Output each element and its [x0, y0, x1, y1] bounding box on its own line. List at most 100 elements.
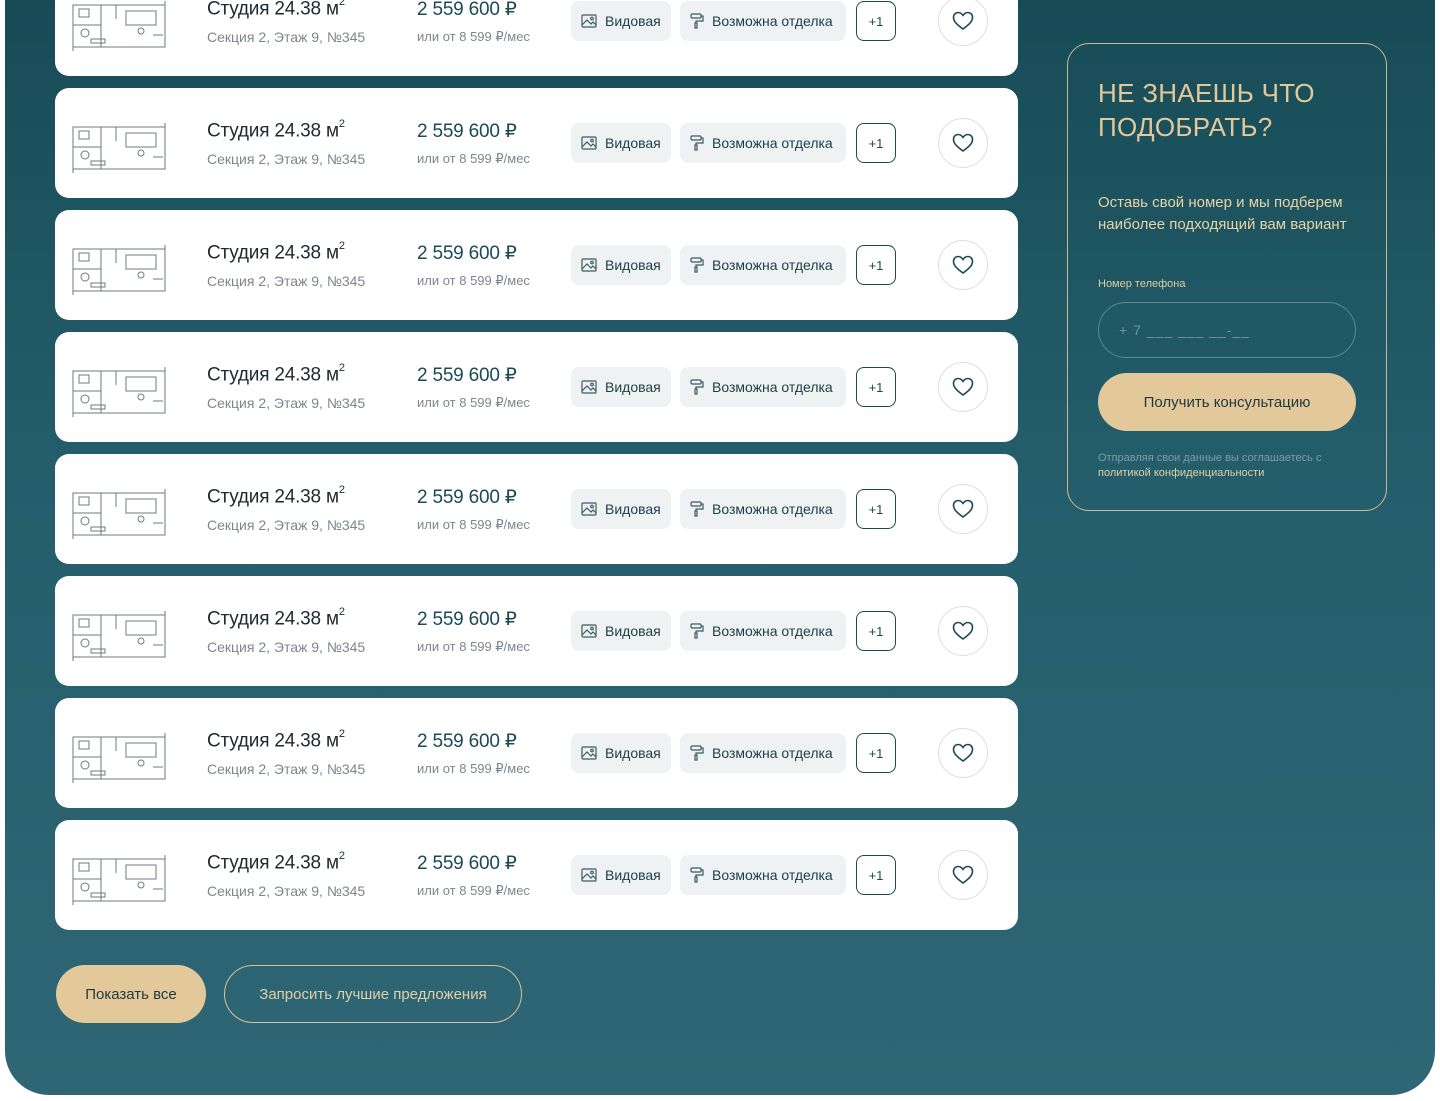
paint-roller-icon [690, 501, 704, 517]
heart-icon [952, 11, 974, 30]
favorite-button[interactable] [938, 118, 988, 168]
apartment-card[interactable]: Студия 24.38 м2 Секция 2, Этаж 9, №345 2… [55, 698, 1018, 808]
paint-roller-icon [690, 379, 704, 395]
area-unit-sup: 2 [338, 484, 345, 496]
favorite-button[interactable] [938, 606, 988, 656]
apartment-price: 2 559 600 ₽ [417, 853, 517, 874]
apartment-meta: Секция 2, Этаж 9, №345 [207, 395, 366, 411]
phone-input[interactable]: + 7 ___ ___ __-__ [1098, 302, 1356, 358]
privacy-note-text: Отправляя свои данные вы соглашаетесь с [1098, 452, 1322, 464]
tag-finish[interactable]: Возможна отделка [680, 367, 846, 407]
tag-view-label: Видовая [605, 745, 661, 761]
apartment-title: Студия 24.38 м2 [207, 850, 345, 874]
tag-view-label: Видовая [605, 13, 661, 29]
apartment-card[interactable]: Студия 24.38 м2 Секция 2, Этаж 9, №345 2… [55, 454, 1018, 564]
tag-view-label: Видовая [605, 501, 661, 517]
more-tags-button[interactable]: +1 [856, 611, 896, 651]
tag-finish-label: Возможна отделка [712, 745, 833, 761]
favorite-button[interactable] [938, 728, 988, 778]
apartment-card[interactable]: Студия 24.38 м2 Секция 2, Этаж 9, №345 2… [55, 576, 1018, 686]
apartment-title-text: Студия 24.38 м [207, 364, 339, 386]
area-unit-sup: 2 [338, 606, 345, 618]
monthly-payment: или от 8 599 ₽/мес [417, 29, 530, 44]
tag-view[interactable]: Видовая [571, 611, 671, 651]
get-consultation-button[interactable]: Получить консультацию [1098, 373, 1356, 431]
consultation-form: Не знаешь что подобрать? Оставь свой ном… [1067, 43, 1387, 511]
tag-finish-label: Возможна отделка [712, 623, 833, 639]
tag-finish[interactable]: Возможна отделка [680, 733, 846, 773]
landscape-icon [581, 624, 597, 638]
tag-finish[interactable]: Возможна отделка [680, 855, 846, 895]
tag-view-label: Видовая [605, 379, 661, 395]
apartment-title-text: Студия 24.38 м [207, 242, 339, 264]
tag-view[interactable]: Видовая [571, 855, 671, 895]
floor-plan-icon [72, 123, 166, 173]
apartment-meta: Секция 2, Этаж 9, №345 [207, 273, 366, 289]
tag-finish[interactable]: Возможна отделка [680, 611, 846, 651]
apartment-card[interactable]: Студия 24.38 м2 Секция 2, Этаж 9, №345 2… [55, 332, 1018, 442]
paint-roller-icon [690, 257, 704, 273]
favorite-button[interactable] [938, 240, 988, 290]
favorite-button[interactable] [938, 0, 988, 46]
monthly-payment: или от 8 599 ₽/мес [417, 761, 530, 776]
tag-view[interactable]: Видовая [571, 489, 671, 529]
apartment-meta: Секция 2, Этаж 9, №345 [207, 29, 366, 45]
apartment-card[interactable]: Студия 24.38 м2 Секция 2, Этаж 9, №345 2… [55, 88, 1018, 198]
paint-roller-icon [690, 745, 704, 761]
apartment-card[interactable]: Студия 24.38 м2 Секция 2, Этаж 9, №345 2… [55, 0, 1018, 76]
favorite-button[interactable] [938, 362, 988, 412]
show-all-button[interactable]: Показать все [56, 965, 206, 1023]
area-unit-sup: 2 [338, 118, 345, 130]
apartment-price: 2 559 600 ₽ [417, 0, 517, 20]
apartment-price: 2 559 600 ₽ [417, 243, 517, 264]
heart-icon [952, 255, 974, 274]
floor-plan-icon [72, 245, 166, 295]
heart-icon [952, 743, 974, 762]
apartment-card[interactable]: Студия 24.38 м2 Секция 2, Этаж 9, №345 2… [55, 820, 1018, 930]
paint-roller-icon [690, 13, 704, 29]
tag-view[interactable]: Видовая [571, 367, 671, 407]
tag-view[interactable]: Видовая [571, 123, 671, 163]
tag-finish[interactable]: Возможна отделка [680, 245, 846, 285]
tag-finish[interactable]: Возможна отделка [680, 1, 846, 41]
apartment-price: 2 559 600 ₽ [417, 731, 517, 752]
landscape-icon [581, 14, 597, 28]
tag-finish[interactable]: Возможна отделка [680, 123, 846, 163]
area-unit-sup: 2 [338, 850, 345, 862]
apartment-meta: Секция 2, Этаж 9, №345 [207, 761, 366, 777]
apartment-card[interactable]: Студия 24.38 м2 Секция 2, Этаж 9, №345 2… [55, 210, 1018, 320]
privacy-policy-link[interactable]: политикой конфиденциальности [1098, 466, 1368, 481]
tag-view[interactable]: Видовая [571, 733, 671, 773]
favorite-button[interactable] [938, 850, 988, 900]
request-best-offers-button[interactable]: Запросить лучшие предложения [224, 965, 522, 1023]
monthly-payment: или от 8 599 ₽/мес [417, 395, 530, 410]
apartment-title: Студия 24.38 м2 [207, 240, 345, 264]
apartment-meta: Секция 2, Этаж 9, №345 [207, 883, 366, 899]
floor-plan-icon [72, 489, 166, 539]
apartment-meta: Секция 2, Этаж 9, №345 [207, 151, 366, 167]
more-tags-button[interactable]: +1 [856, 123, 896, 163]
tag-view[interactable]: Видовая [571, 1, 671, 41]
tag-finish[interactable]: Возможна отделка [680, 489, 846, 529]
apartment-title-text: Студия 24.38 м [207, 608, 339, 630]
more-tags-button[interactable]: +1 [856, 489, 896, 529]
floor-plan-icon [72, 611, 166, 661]
more-tags-button[interactable]: +1 [856, 855, 896, 895]
landscape-icon [581, 868, 597, 882]
landscape-icon [581, 380, 597, 394]
phone-label: Номер телефона [1098, 278, 1186, 290]
tag-finish-label: Возможна отделка [712, 867, 833, 883]
apartment-title: Студия 24.38 м2 [207, 484, 345, 508]
apartment-price: 2 559 600 ₽ [417, 609, 517, 630]
apartment-title: Студия 24.38 м2 [207, 362, 345, 386]
more-tags-button[interactable]: +1 [856, 367, 896, 407]
floor-plan-icon [72, 733, 166, 783]
apartment-title-text: Студия 24.38 м [207, 0, 339, 20]
favorite-button[interactable] [938, 484, 988, 534]
more-tags-button[interactable]: +1 [856, 733, 896, 773]
more-tags-button[interactable]: +1 [856, 245, 896, 285]
apartment-title: Студия 24.38 м2 [207, 728, 345, 752]
landscape-icon [581, 502, 597, 516]
tag-view[interactable]: Видовая [571, 245, 671, 285]
more-tags-button[interactable]: +1 [856, 1, 896, 41]
